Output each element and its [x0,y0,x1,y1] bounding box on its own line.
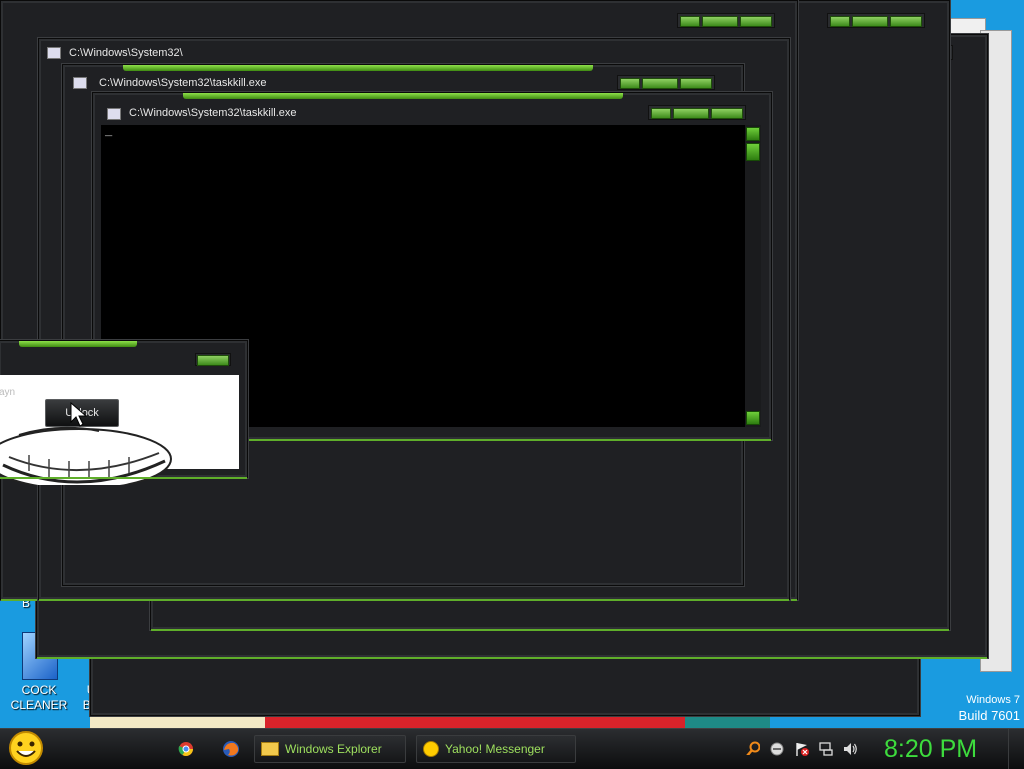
taskbar-button-yahoo-messenger[interactable]: Yahoo! Messenger [416,735,576,763]
window-stack-2-controls[interactable] [677,13,775,28]
window-mid-titlebar-accent [123,65,593,71]
messenger-tray-icon[interactable] [770,742,784,756]
scroll-thumb[interactable] [746,143,760,161]
wallpaper-strip-red [265,716,685,728]
taskbar: Windows Explorer Yahoo! Messenger 8:20 P… [0,728,1024,769]
window-front-controls[interactable] [648,105,746,120]
action-center-flag-icon[interactable] [794,741,810,757]
window-stack-3-controls[interactable] [827,13,925,28]
start-button-smiley-icon[interactable] [8,730,44,766]
popup-partial-text: ayn [0,387,16,398]
console-window-icon [107,108,121,120]
console-scrollbar[interactable] [745,125,761,427]
yahoo-messenger-icon [423,741,439,757]
unlock-popup-window[interactable]: ayn Unlock [0,340,248,485]
troll-face-image [0,426,172,485]
taskbar-button-label: Windows Explorer [285,742,382,756]
watermark-line1: Windows 7 [966,694,1020,706]
icon1-line2: CLEANER [10,698,68,712]
console-cursor: _ [105,125,113,139]
network-icon[interactable] [818,741,834,757]
minimize-button[interactable] [651,108,671,119]
search-icon[interactable] [746,741,760,755]
watermark-line2: Build 7601 [958,708,1020,723]
taskbar-clock[interactable]: 8:20 PM [884,733,994,765]
scroll-down-arrow-icon[interactable] [746,411,760,425]
window-mid-controls[interactable] [617,75,715,90]
firefox-icon[interactable] [222,740,240,758]
wallpaper-strip-teal [685,716,770,728]
taskbar-button-windows-explorer[interactable]: Windows Explorer [254,735,406,763]
window-back-title: C:\Windows\System32\ [69,47,183,59]
mouse-pointer-icon [70,402,88,427]
popup-controls[interactable] [195,353,231,366]
maximize-button[interactable] [673,108,709,119]
volume-icon[interactable] [842,741,858,757]
close-button[interactable] [711,108,743,119]
console-window-icon [47,47,61,59]
wallpaper-strip-cream [90,716,270,728]
desktop-icon-cock-cleaner-label[interactable]: COCK CLEANER [2,683,76,713]
scroll-up-arrow-icon[interactable] [746,127,760,141]
show-desktop-button[interactable] [1008,729,1024,769]
window-front-title: C:\Windows\System32\taskkill.exe [129,107,297,119]
chrome-icon[interactable] [178,741,194,757]
window-mid-title: C:\Windows\System32\taskkill.exe [99,77,267,89]
popup-content-area: ayn Unlock [0,375,239,485]
window-front-titlebar-accent [183,93,623,99]
folder-icon [261,742,279,756]
icon1-line1: COCK [21,683,57,697]
popup-close-button[interactable] [197,355,229,366]
taskbar-button-label: Yahoo! Messenger [445,742,545,756]
console-window-icon [73,77,87,89]
windows-version-watermark: Windows 7 Build 7601 [930,694,1020,723]
popup-titlebar-accent [19,341,137,347]
